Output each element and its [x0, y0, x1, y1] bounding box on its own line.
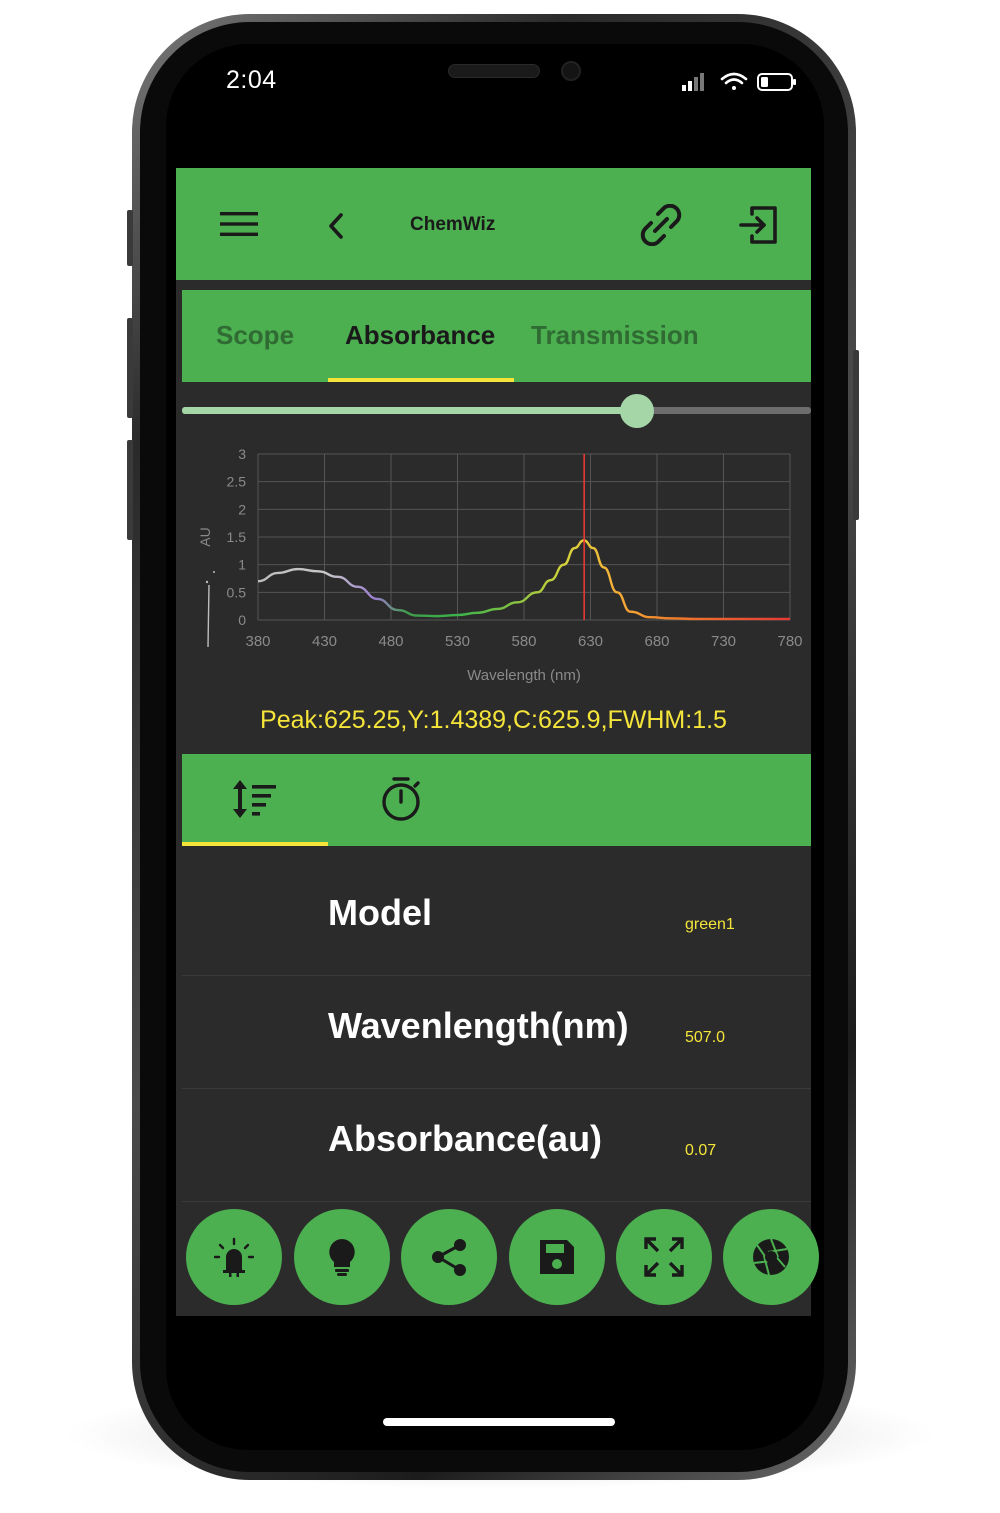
fullscreen-button[interactable]	[616, 1209, 712, 1305]
tab-absorbance[interactable]: Absorbance	[345, 320, 495, 351]
capture-button[interactable]	[723, 1209, 819, 1305]
speaker	[448, 64, 540, 78]
app-title: ChemWiz	[410, 214, 496, 235]
tab-bar: Scope Absorbance Transmission	[182, 290, 811, 382]
wifi-icon	[720, 72, 748, 90]
fullscreen-icon	[644, 1237, 684, 1277]
x-tick-label: 380	[245, 633, 270, 650]
menu-icon[interactable]	[220, 210, 258, 238]
x-axis-label: Wavelength (nm)	[467, 667, 581, 684]
tab-transmission[interactable]: Transmission	[531, 320, 699, 351]
x-tick-label: 730	[711, 633, 736, 650]
led-icon	[214, 1237, 254, 1277]
row-label-wavelength: Wavenlength(nm)	[328, 1005, 629, 1046]
home-indicator[interactable]	[383, 1418, 615, 1426]
x-tick-label: 780	[777, 633, 802, 650]
power-button	[853, 350, 859, 520]
list-item: Model green1	[182, 864, 811, 976]
y-tick-label: 1.5	[227, 529, 247, 545]
tab-scope[interactable]: Scope	[216, 320, 294, 351]
y-tick-label: 0	[238, 612, 246, 628]
share-button[interactable]	[401, 1209, 497, 1305]
y-axis-label: AU	[197, 527, 213, 546]
status-time: 2:04	[226, 66, 277, 94]
peak-readout: Peak:625.25,Y:1.4389,C:625.9,FWHM:1.5	[260, 706, 727, 734]
y-axis-ticks: 0 0.5 1 1.5 2 2.5 3	[227, 446, 247, 628]
y-tick-label: 2.5	[227, 474, 247, 490]
x-tick-label: 580	[511, 633, 536, 650]
row-value-absorbance: 0.07	[685, 1142, 717, 1159]
mute-switch	[127, 210, 133, 266]
lightbulb-icon	[329, 1239, 355, 1276]
left-edge-dot-2	[213, 571, 215, 573]
row-label-model: Model	[328, 892, 432, 933]
link-icon[interactable]	[640, 204, 682, 246]
sort-icon[interactable]	[232, 780, 276, 818]
status-icons	[682, 72, 796, 91]
absorbance-chart: 0 0.5 1 1.5 2 2.5 3 380 430 480 530 580 630 680 730 78…	[197, 446, 803, 684]
y-tick-label: 2	[238, 501, 246, 517]
battery-icon	[757, 73, 796, 91]
app-content: ChemWiz Scope Absorbance Transmission 0 …	[176, 168, 819, 1316]
row-label-absorbance: Absorbance(au)	[328, 1118, 603, 1159]
app-bar: ChemWiz	[176, 168, 811, 280]
x-tick-label: 680	[644, 633, 669, 650]
list-item: Wavenlength(nm) 507.0	[182, 977, 811, 1089]
left-edge-dot	[205, 580, 209, 584]
camera-shutter-icon	[753, 1238, 789, 1276]
timer-icon[interactable]	[380, 776, 422, 822]
list-item: Absorbance(au) 0.07	[182, 1090, 811, 1202]
row-value-wavelength: 507.0	[685, 1029, 726, 1046]
x-tick-label: 630	[578, 633, 603, 650]
row-value-model: green1	[685, 916, 735, 933]
x-tick-label: 530	[445, 633, 470, 650]
x-tick-label: 430	[312, 633, 337, 650]
share-icon	[432, 1239, 466, 1276]
sub-tab-bar	[182, 754, 811, 846]
volume-up-button	[127, 318, 133, 418]
volume-down-button	[127, 440, 133, 540]
chevron-left-icon[interactable]	[326, 212, 346, 240]
save-button[interactable]	[509, 1209, 605, 1305]
led-button[interactable]	[186, 1209, 282, 1305]
y-tick-label: 1	[238, 557, 246, 573]
slider-thumb[interactable]	[620, 394, 654, 428]
left-edge-glitch	[207, 584, 210, 648]
tab-indicator	[328, 378, 514, 382]
save-icon	[540, 1240, 574, 1274]
light-button[interactable]	[294, 1209, 390, 1305]
chart-grid	[257, 453, 791, 621]
y-tick-label: 3	[238, 446, 246, 462]
signal-icon	[682, 73, 704, 91]
slider-fill	[182, 407, 638, 414]
y-tick-label: 0.5	[227, 584, 247, 600]
x-tick-label: 480	[378, 633, 403, 650]
x-axis-ticks: 380 430 480 530 580 630 680 730 780	[245, 633, 802, 650]
sub-tab-indicator	[182, 842, 328, 846]
exit-icon[interactable]	[738, 206, 778, 244]
front-camera	[561, 61, 581, 81]
